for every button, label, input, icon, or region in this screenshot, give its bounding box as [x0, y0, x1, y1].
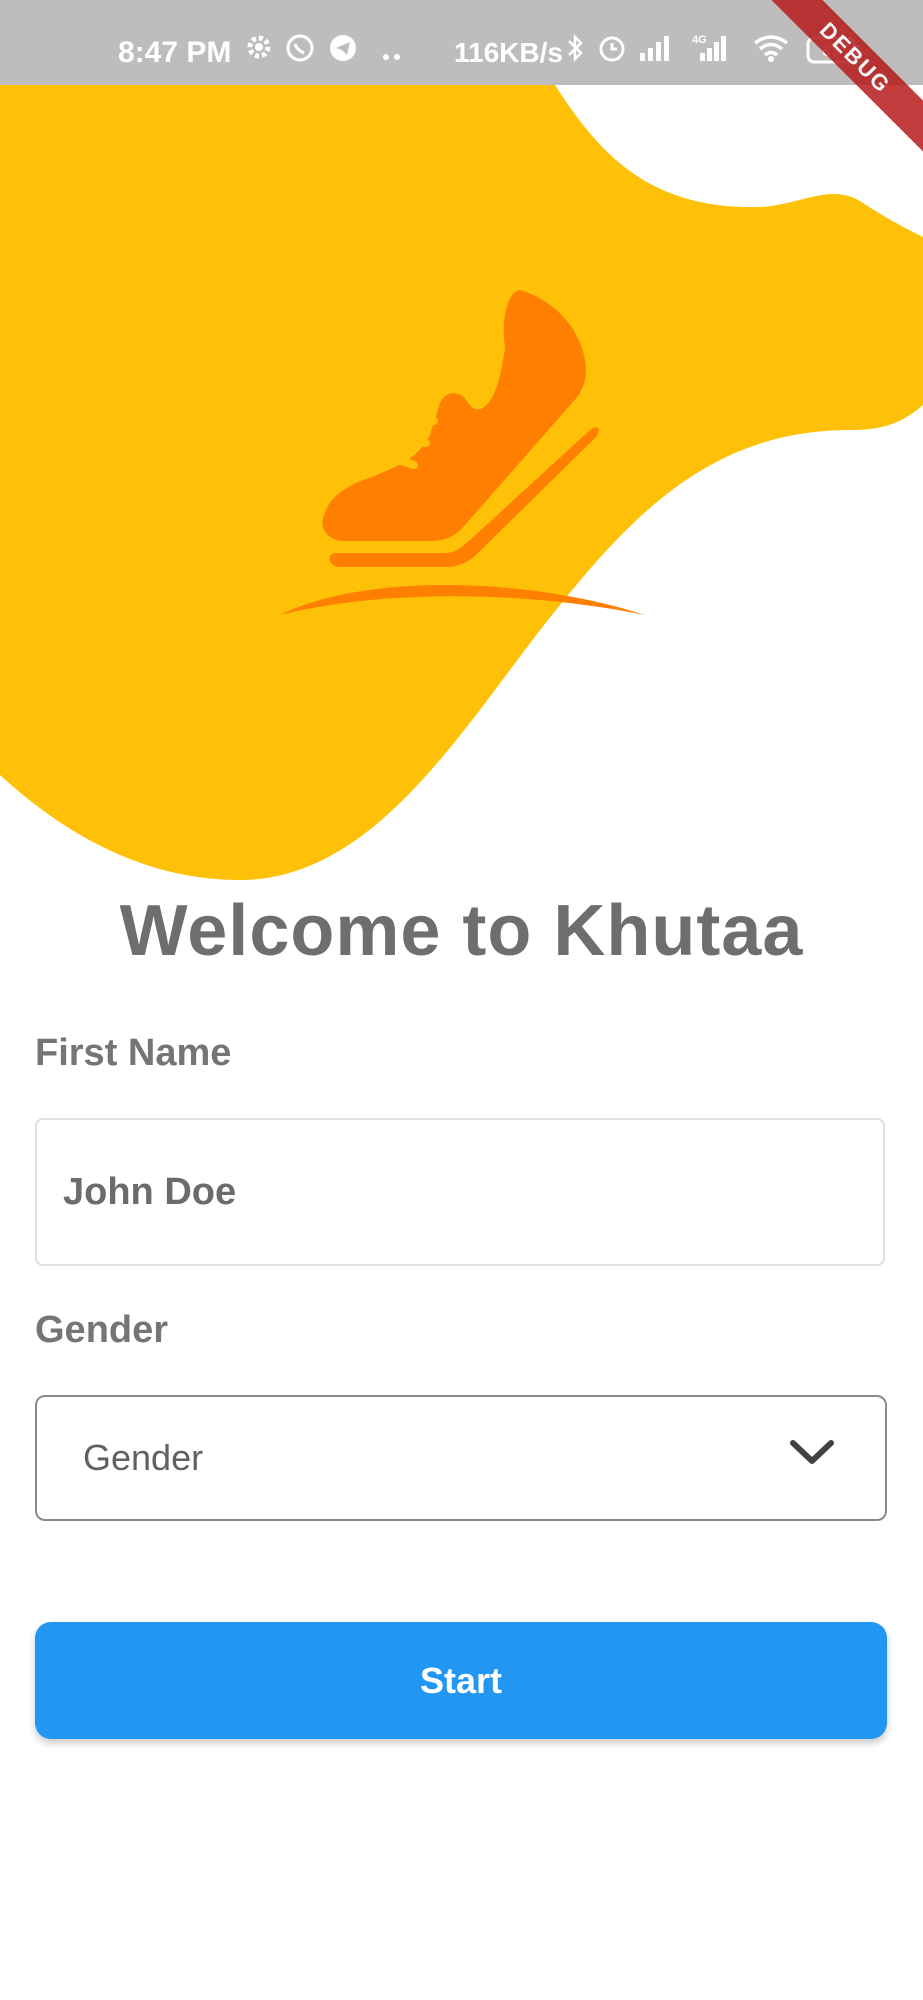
bluetooth-icon [565, 33, 585, 68]
whatsapp-icon [285, 33, 315, 68]
settings-icon [245, 33, 273, 66]
chevron-down-icon[interactable] [789, 1437, 835, 1472]
network-speed: 116KB/s [454, 37, 563, 68]
start-button[interactable]: Start [35, 1622, 887, 1739]
status-time: 8:47 PM [118, 36, 232, 69]
more-dots-icon [382, 48, 402, 66]
hero-header [0, 85, 923, 895]
first-name-input[interactable] [37, 1120, 883, 1264]
telegram-icon [328, 33, 358, 68]
gender-dropdown[interactable]: Gender [35, 1395, 887, 1521]
signal-icon [638, 33, 672, 68]
signal-4g-icon: 4G [690, 33, 730, 68]
wifi-icon [751, 33, 791, 68]
gender-label: Gender [35, 1309, 169, 1351]
first-name-field[interactable] [35, 1118, 885, 1266]
gender-selected-value: Gender [83, 1437, 204, 1478]
first-name-label: First Name [35, 1032, 232, 1074]
svg-text:4G: 4G [692, 34, 707, 46]
alarm-icon [597, 33, 627, 68]
welcome-title: Welcome to Khutaa [119, 891, 804, 971]
